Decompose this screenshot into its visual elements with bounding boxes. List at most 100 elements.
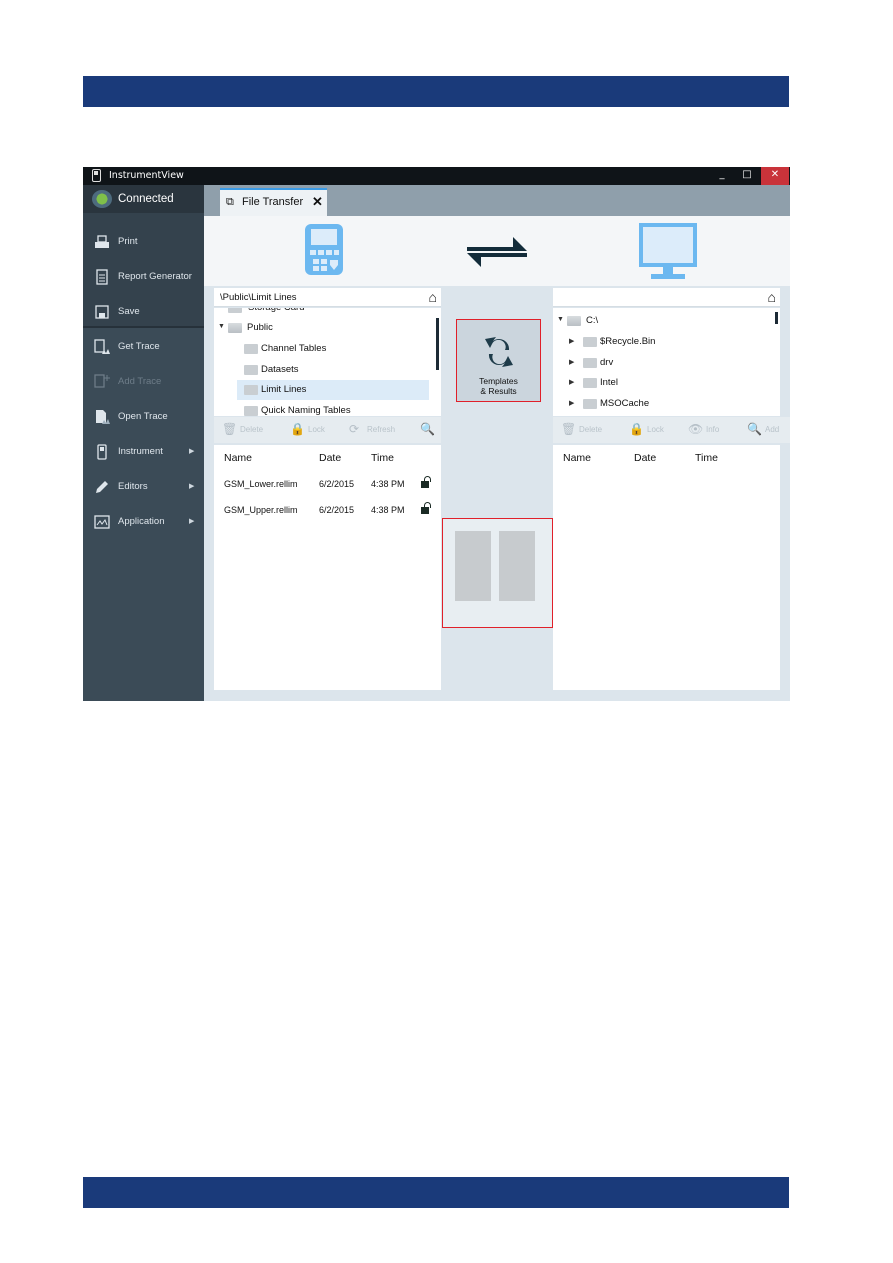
pc-file-toolbar: 🗑 Delete 🔒 Lock 👁 Info 🔍 Add	[553, 417, 790, 443]
close-tab-button[interactable]: ✕	[312, 194, 323, 210]
column-header-name[interactable]: Name	[224, 452, 252, 464]
instrument-icon	[97, 444, 107, 460]
sidebar-item-label: Open Trace	[118, 411, 168, 422]
lock-icon: 🔒	[629, 422, 644, 436]
tree-item-storage-card[interactable]: Storage Card	[214, 308, 441, 318]
close-button[interactable]: ✕	[761, 167, 789, 185]
sidebar-item-print[interactable]: Print	[83, 227, 204, 257]
tree-item-label: Intel	[600, 377, 618, 388]
add-trace-icon	[94, 374, 110, 388]
search-icon: 🔍	[747, 422, 762, 436]
home-icon[interactable]: ⌂	[768, 289, 776, 305]
pc-path-bar[interactable]: ⌂	[553, 288, 780, 307]
tree-item-label: Public	[247, 322, 273, 333]
sidebar-item-instrument[interactable]: Instrument ▶	[83, 437, 204, 467]
sidebar-item-label: Get Trace	[118, 341, 160, 352]
unlocked-icon[interactable]	[421, 476, 431, 488]
toolbar-label: Info	[706, 425, 720, 434]
file-list-header: Name Date Time	[553, 445, 780, 471]
column-header-time[interactable]: Time	[695, 452, 718, 464]
app-icon	[92, 169, 101, 182]
tree-item-label: Limit Lines	[261, 384, 307, 395]
collapsed-arrow-icon: ▶	[569, 338, 575, 345]
collapsed-arrow-icon: ▶	[569, 400, 575, 407]
file-row[interactable]: GSM_Upper.rellim 6/2/2015 4:38 PM	[214, 498, 441, 524]
connected-icon	[92, 190, 112, 208]
copy-to-instrument-button[interactable]	[455, 531, 491, 601]
tree-item-msocache[interactable]: ▶ MSOCache	[553, 394, 780, 414]
column-header-date[interactable]: Date	[634, 452, 656, 464]
copy-to-pc-button[interactable]	[499, 531, 535, 601]
column-header-time[interactable]: Time	[371, 452, 394, 464]
toolbar-label: Delete	[240, 425, 264, 434]
tree-item-drv[interactable]: ▶ drv	[553, 353, 780, 373]
sidebar-item-save[interactable]: Save	[83, 297, 204, 327]
sidebar-item-report-generator[interactable]: Report Generator	[83, 262, 204, 292]
submenu-arrow-icon: ▶	[189, 448, 195, 455]
sidebar-item-add-trace[interactable]: Add Trace	[83, 367, 204, 397]
sidebar-item-label: Editors	[118, 481, 148, 492]
folder-icon	[244, 406, 258, 416]
tree-item-recycle-bin[interactable]: ▶ $Recycle.Bin	[553, 332, 780, 352]
tree-item-c-drive[interactable]: ▼ C:\	[553, 311, 780, 331]
tree-item-quick-naming-tables[interactable]: Quick Naming Tables	[214, 401, 441, 416]
column-header-name[interactable]: Name	[563, 452, 591, 464]
sidebar-item-application[interactable]: Application ▶	[83, 507, 204, 537]
sidebar-divider	[83, 326, 204, 328]
trash-icon: 🗑	[222, 422, 238, 436]
unlocked-icon[interactable]	[421, 502, 431, 514]
window-title: InstrumentView	[109, 170, 184, 181]
folder-icon	[583, 378, 597, 388]
instrument-folder-tree: Storage Card ▼ Public Channel Tables Dat…	[214, 308, 441, 416]
file-name: GSM_Lower.rellim	[224, 479, 298, 489]
tree-item-label: drv	[600, 357, 614, 368]
eye-icon: 👁	[688, 422, 704, 436]
sidebar-item-label: Instrument	[118, 446, 163, 457]
sidebar-item-label: Save	[118, 306, 140, 317]
instrument-path: \Public\Limit Lines	[220, 292, 297, 303]
tree-scrollbar[interactable]	[436, 318, 439, 370]
templates-results-button[interactable]: Templates & Results	[456, 319, 541, 402]
home-icon[interactable]: ⌂	[429, 289, 437, 305]
pc-file-list: Name Date Time	[553, 445, 780, 690]
file-time: 4:38 PM	[371, 479, 405, 489]
folder-icon	[244, 385, 258, 395]
column-header-date[interactable]: Date	[319, 452, 341, 464]
minimize-button[interactable]: _	[710, 167, 734, 185]
file-row[interactable]: GSM_Lower.rellim 6/2/2015 4:38 PM	[214, 472, 441, 498]
trash-icon: 🗑	[561, 422, 577, 436]
tree-item-datasets[interactable]: Datasets	[214, 360, 441, 380]
submenu-arrow-icon: ▶	[189, 518, 195, 525]
collapsed-arrow-icon: ▶	[569, 359, 575, 366]
file-time: 4:38 PM	[371, 505, 405, 515]
toolbar-label: Lock	[308, 425, 325, 434]
page-footer-banner	[83, 1177, 789, 1208]
tree-item-channel-tables[interactable]: Channel Tables	[214, 339, 441, 359]
tree-item-label: Quick Naming Tables	[261, 405, 351, 416]
tree-item-public[interactable]: ▼ Public	[214, 318, 441, 338]
tab-file-transfer[interactable]: ⧉ File Transfer ✕	[220, 188, 327, 216]
expanded-arrow-icon: ▼	[557, 316, 564, 323]
file-list-header: Name Date Time	[214, 445, 441, 471]
pc-monitor-icon	[639, 223, 697, 279]
tree-item-limit-lines[interactable]: Limit Lines	[237, 380, 429, 400]
instrument-file-toolbar: 🗑 Delete 🔒 Lock ⟳ Refresh 🔍	[214, 417, 441, 443]
open-folder-icon	[567, 316, 581, 326]
toolbar-label: Lock	[647, 425, 664, 434]
toolbar-label: Add	[765, 425, 780, 434]
tree-item-intel[interactable]: ▶ Intel	[553, 373, 780, 393]
maximize-button[interactable]: □	[735, 167, 759, 185]
instrument-path-bar[interactable]: \Public\Limit Lines ⌂	[214, 288, 441, 307]
tree-scrollbar[interactable]	[775, 312, 778, 324]
templates-results-label: Templates & Results	[479, 376, 518, 396]
sidebar-item-editors[interactable]: Editors ▶	[83, 472, 204, 502]
tree-item-label: Storage Card	[248, 308, 305, 313]
get-trace-icon	[94, 339, 110, 354]
folder-icon	[244, 344, 258, 354]
connection-status[interactable]: Connected	[83, 185, 204, 213]
sidebar-item-open-trace[interactable]: Open Trace	[83, 402, 204, 432]
sidebar: Connected Print Report Generator Save Ge…	[83, 185, 204, 701]
instrumentview-window: InstrumentView _ □ ✕ Connected Print Rep…	[83, 167, 790, 701]
sidebar-item-get-trace[interactable]: Get Trace	[83, 332, 204, 362]
open-folder-icon	[228, 323, 242, 333]
